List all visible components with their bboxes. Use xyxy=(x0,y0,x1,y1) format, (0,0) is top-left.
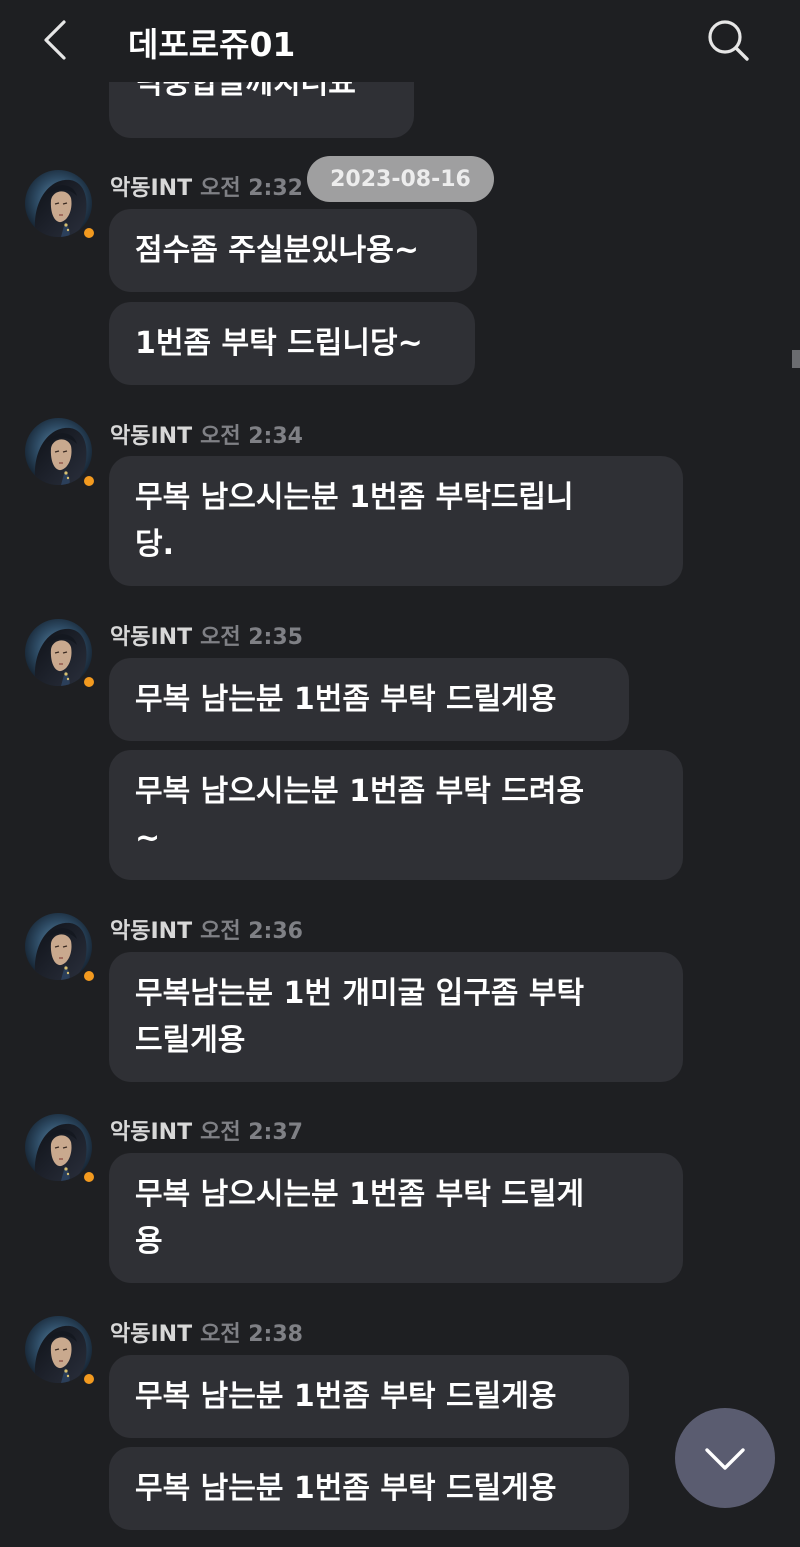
sender-name: 악동INT xyxy=(110,176,193,201)
avatar-image xyxy=(25,1316,92,1383)
message-text: 무복 남는분 1번좀 부탁 드릴게용 xyxy=(135,1379,557,1414)
message-bubble[interactable]: 점수좀 주실분있나용~ xyxy=(109,209,477,292)
avatar-image xyxy=(25,1114,92,1181)
message-header: 악동INT 오전 2:35 xyxy=(110,619,303,650)
message-text: 무복 남는분 1번좀 부탁 드릴게용 xyxy=(135,1471,557,1506)
page-title: 데포로쥬01 xyxy=(128,25,296,64)
status-dot xyxy=(82,474,96,488)
search-button[interactable] xyxy=(700,12,756,68)
avatar[interactable] xyxy=(25,418,92,485)
message-time: 오전 2:35 xyxy=(200,625,303,650)
avatar-image xyxy=(25,913,92,980)
status-dot xyxy=(82,1372,96,1386)
message-bubble[interactable]: 무복남는분 1번 개미굴 입구좀 부탁 드릴게용 xyxy=(109,952,683,1082)
message-bubble[interactable]: 무복 남으시는분 1번좀 부탁 드려용 ~ xyxy=(109,750,683,880)
status-dot xyxy=(82,226,96,240)
message-text: 무복 남는분 1번좀 부탁 드릴게용 xyxy=(135,682,557,717)
message-text: 무복 남으시는분 1번좀 부탁 드려용 ~ xyxy=(135,774,585,856)
search-icon xyxy=(708,20,749,61)
avatar-image xyxy=(25,619,92,686)
message-time: 오전 2:37 xyxy=(200,1120,303,1145)
avatar[interactable] xyxy=(25,170,92,237)
message-bubble[interactable]: 1번좀 부탁 드립니당~ xyxy=(109,302,475,385)
sender-name: 악동INT xyxy=(110,424,193,449)
message-bubble[interactable]: 무복 남는분 1번좀 부탁 드릴게용 xyxy=(109,658,629,741)
chat-message-list[interactable]: 딕중합글께치더묘 악동INT 오전 2:32 점수좀 주실분있나용~ 1번좀 부… xyxy=(0,0,800,1547)
back-arrow-icon xyxy=(44,20,66,60)
back-button[interactable] xyxy=(32,14,80,66)
status-dot xyxy=(82,1170,96,1184)
message-header: 악동INT 오전 2:32 xyxy=(110,170,303,201)
message-text: 무복 남으시는분 1번좀 부탁 드릴게 용 xyxy=(135,1177,585,1259)
avatar-image xyxy=(25,418,92,485)
avatar[interactable] xyxy=(25,913,92,980)
message-time: 오전 2:32 xyxy=(200,176,303,201)
message-time: 오전 2:36 xyxy=(200,919,303,944)
message-bubble[interactable]: 무복 남는분 1번좀 부탁 드릴게용 xyxy=(109,1355,629,1438)
date-pill: 2023-08-16 xyxy=(307,156,494,202)
message-text: 무복남는분 1번 개미굴 입구좀 부탁 드릴게용 xyxy=(135,976,585,1058)
message-header: 악동INT 오전 2:38 xyxy=(110,1316,303,1347)
status-dot xyxy=(82,675,96,689)
message-header: 악동INT 오전 2:36 xyxy=(110,913,303,944)
message-text: 딕중합글께치더묘 xyxy=(135,82,356,101)
scroll-to-bottom-button[interactable] xyxy=(675,1408,775,1508)
message-time: 오전 2:34 xyxy=(200,424,303,449)
message-text: 1번좀 부탁 드립니당~ xyxy=(135,326,423,361)
sender-name: 악동INT xyxy=(110,919,193,944)
message-text: 점수좀 주실분있나용~ xyxy=(135,233,419,268)
avatar[interactable] xyxy=(25,1316,92,1383)
avatar[interactable] xyxy=(25,619,92,686)
status-dot xyxy=(82,969,96,983)
message-bubble[interactable]: 무복 남으시는분 1번좀 부탁 드릴게 용 xyxy=(109,1153,683,1283)
message-header: 악동INT 오전 2:37 xyxy=(110,1114,303,1145)
message-bubble[interactable]: 무복 남으시는분 1번좀 부탁드립니 당. xyxy=(109,456,683,586)
chevron-down-icon xyxy=(705,1448,745,1470)
scrollbar-thumb[interactable] xyxy=(792,350,800,368)
message-header: 악동INT 오전 2:34 xyxy=(110,418,303,449)
avatar[interactable] xyxy=(25,1114,92,1181)
sender-name: 악동INT xyxy=(110,1322,193,1347)
avatar-image xyxy=(25,170,92,237)
message-time: 오전 2:38 xyxy=(200,1322,303,1347)
message-text: 무복 남으시는분 1번좀 부탁드립니 당. xyxy=(135,480,574,562)
sender-name: 악동INT xyxy=(110,1120,193,1145)
message-bubble[interactable]: 무복 남는분 1번좀 부탁 드릴게용 xyxy=(109,1447,629,1530)
sender-name: 악동INT xyxy=(110,625,193,650)
message-bubble-partial[interactable]: 딕중합글께치더묘 xyxy=(109,82,414,138)
chat-header: 데포로쥬01 xyxy=(0,0,800,82)
